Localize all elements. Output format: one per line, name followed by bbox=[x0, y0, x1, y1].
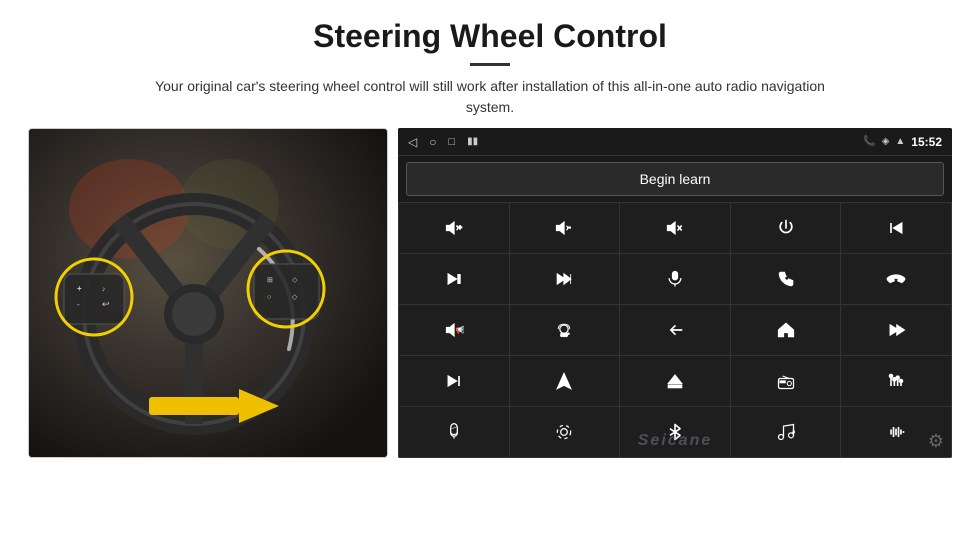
skip-forward-button[interactable] bbox=[399, 254, 509, 304]
vol-up-button[interactable]: + bbox=[399, 203, 509, 253]
bluetooth-icon bbox=[665, 422, 685, 442]
equalizer-button[interactable] bbox=[841, 356, 951, 406]
speaker-button[interactable]: 📢 bbox=[399, 305, 509, 355]
next-icon bbox=[444, 371, 464, 391]
vol-down-button[interactable]: - bbox=[510, 203, 620, 253]
recent-btn[interactable]: □ bbox=[448, 136, 455, 148]
back-nav-button[interactable] bbox=[620, 305, 730, 355]
music-button[interactable]: ♪ bbox=[731, 407, 841, 457]
fast-forward-icon bbox=[554, 269, 574, 289]
svg-text:📢: 📢 bbox=[455, 326, 463, 335]
title-divider bbox=[470, 63, 510, 66]
status-bar: ◁ ○ □ ▮▮ 📞 ◈ ▲ 15:52 bbox=[398, 128, 952, 156]
skip-forward-icon bbox=[444, 269, 464, 289]
power-icon bbox=[776, 218, 796, 238]
mic2-button[interactable] bbox=[399, 407, 509, 457]
svg-text:↩: ↩ bbox=[102, 299, 110, 309]
cam360-button[interactable]: 360° bbox=[510, 305, 620, 355]
svg-text:-: - bbox=[77, 300, 80, 309]
status-left: ◁ ○ □ ▮▮ bbox=[408, 135, 478, 149]
begin-learn-row: Begin learn bbox=[398, 156, 952, 202]
settings2-icon bbox=[554, 422, 574, 442]
end-call-button[interactable] bbox=[841, 254, 951, 304]
svg-text:+: + bbox=[458, 225, 462, 232]
mic2-icon bbox=[444, 422, 464, 442]
android-ui: ◁ ○ □ ▮▮ 📞 ◈ ▲ 15:52 Begin learn bbox=[398, 128, 952, 458]
begin-learn-button[interactable]: Begin learn bbox=[406, 162, 944, 196]
steering-wheel-svg: + ♪ - ↩ ⊞ ◇ ○ ◇ bbox=[29, 129, 388, 458]
next-button[interactable] bbox=[399, 356, 509, 406]
time-display: 15:52 bbox=[911, 135, 942, 149]
status-right: 📞 ◈ ▲ 15:52 bbox=[863, 135, 942, 149]
music-icon: ♪ bbox=[776, 422, 796, 442]
wifi-icon: ▲ bbox=[895, 136, 905, 147]
location-icon: ◈ bbox=[882, 136, 890, 147]
vol-down-icon: - bbox=[554, 218, 574, 238]
page-title: Steering Wheel Control bbox=[20, 18, 960, 55]
back-nav-icon bbox=[665, 320, 685, 340]
navigate-button[interactable] bbox=[510, 356, 620, 406]
skip-back-button[interactable] bbox=[841, 305, 951, 355]
back-btn[interactable]: ◁ bbox=[408, 135, 417, 149]
home-nav-icon bbox=[776, 320, 796, 340]
navigate-icon bbox=[554, 371, 574, 391]
subtitle: Your original car's steering wheel contr… bbox=[140, 76, 840, 118]
eject-icon bbox=[665, 371, 685, 391]
phone-status-icon: 📞 bbox=[863, 136, 875, 147]
car-image: + ♪ - ↩ ⊞ ◇ ○ ◇ bbox=[28, 128, 388, 458]
svg-text:♪: ♪ bbox=[102, 286, 106, 293]
mute-button[interactable] bbox=[620, 203, 730, 253]
waveform-icon bbox=[886, 422, 906, 442]
equalizer-icon bbox=[886, 371, 906, 391]
radio-button[interactable] bbox=[731, 356, 841, 406]
mic-icon bbox=[665, 269, 685, 289]
radio-icon bbox=[776, 371, 796, 391]
cam360-icon: 360° bbox=[554, 320, 574, 340]
page-container: Steering Wheel Control Your original car… bbox=[0, 0, 980, 548]
mute-icon bbox=[665, 218, 685, 238]
bluetooth-button[interactable] bbox=[620, 407, 730, 457]
power-button[interactable] bbox=[731, 203, 841, 253]
controls-grid: + - bbox=[398, 202, 952, 458]
battery-icon: ▮▮ bbox=[467, 136, 478, 147]
svg-text:⊞: ⊞ bbox=[267, 277, 273, 284]
gear-button[interactable]: ⚙ bbox=[928, 431, 944, 452]
home-nav-button[interactable] bbox=[731, 305, 841, 355]
home-btn[interactable]: ○ bbox=[429, 135, 436, 149]
speaker-icon: 📢 bbox=[444, 320, 464, 340]
content-area: + ♪ - ↩ ⊞ ◇ ○ ◇ bbox=[0, 128, 980, 548]
prev-track-button[interactable] bbox=[841, 203, 951, 253]
svg-text:-: - bbox=[569, 223, 572, 232]
settings2-button[interactable] bbox=[510, 407, 620, 457]
svg-text:○: ○ bbox=[267, 294, 271, 301]
svg-text:◇: ◇ bbox=[292, 277, 298, 284]
eject-button[interactable] bbox=[620, 356, 730, 406]
svg-text:360°: 360° bbox=[561, 333, 570, 338]
skip-back-icon bbox=[886, 320, 906, 340]
prev-track-icon bbox=[886, 218, 906, 238]
svg-text:♪: ♪ bbox=[791, 430, 794, 436]
header-section: Steering Wheel Control Your original car… bbox=[0, 0, 980, 128]
end-call-icon bbox=[886, 269, 906, 289]
svg-text:+: + bbox=[77, 284, 82, 293]
call-icon bbox=[776, 269, 796, 289]
call-button[interactable] bbox=[731, 254, 841, 304]
vol-up-icon: + bbox=[444, 218, 464, 238]
fast-forward-button[interactable] bbox=[510, 254, 620, 304]
svg-text:◇: ◇ bbox=[292, 294, 298, 301]
mic-button[interactable] bbox=[620, 254, 730, 304]
